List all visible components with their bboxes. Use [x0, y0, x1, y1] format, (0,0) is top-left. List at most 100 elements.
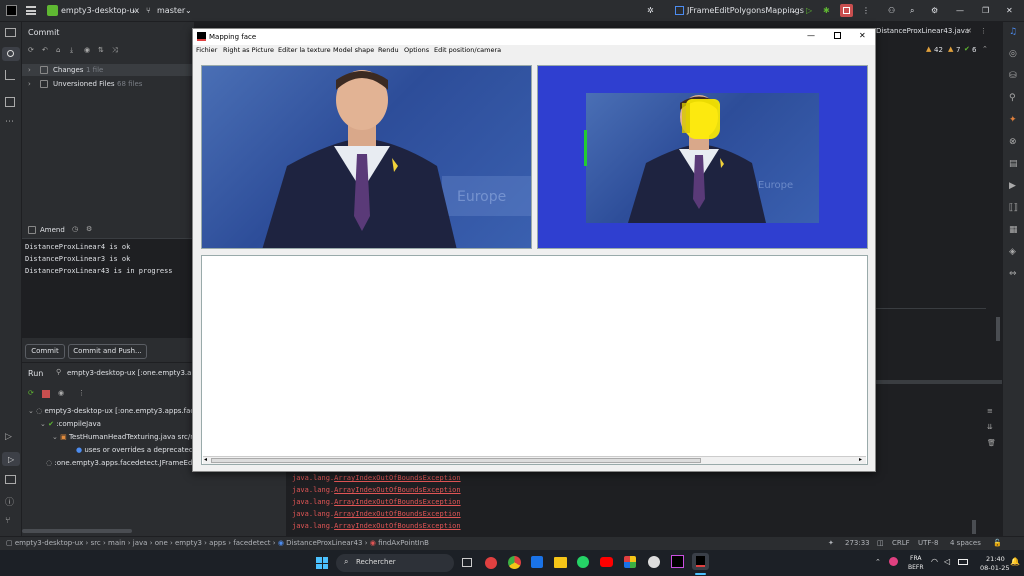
project-tool-icon[interactable]	[5, 28, 16, 37]
bug-icon[interactable]: ✲	[647, 6, 654, 15]
project-name[interactable]: empty3-desktop-ux	[61, 6, 139, 15]
history-icon[interactable]: ◷	[72, 225, 78, 233]
more-actions-icon[interactable]: ⋮	[78, 389, 85, 397]
coverage-icon[interactable]: ⊗	[1009, 137, 1017, 147]
lock-icon[interactable]: 🔓	[993, 539, 1002, 547]
close-tab-icon[interactable]: ✕	[966, 27, 972, 35]
changes-row[interactable]: › Changes 1 file	[22, 64, 194, 76]
ai-assistant-icon[interactable]: ◎	[1009, 49, 1017, 59]
commit-message-area[interactable]: DistanceProxLinear4 is ok DistanceProxLi…	[22, 238, 194, 338]
minimize-window-icon[interactable]: —	[807, 31, 815, 40]
minimize-window-icon[interactable]: —	[956, 6, 964, 15]
exception-link[interactable]: ArrayIndexOutOfBoundsException	[334, 510, 460, 518]
git-tool-icon[interactable]: ⑂	[5, 516, 10, 526]
notifications-icon[interactable]: ♫	[1009, 27, 1017, 37]
language-top[interactable]: FRA	[910, 555, 921, 562]
breadcrumb-item[interactable]: one	[155, 539, 168, 547]
layers-icon[interactable]: ◈	[1009, 247, 1016, 257]
breadcrumb-item[interactable]: main	[108, 539, 126, 547]
more-tabs-icon[interactable]: ⋮	[980, 27, 987, 35]
scroll-to-end-icon[interactable]: ⇊	[987, 423, 993, 431]
database-icon[interactable]: ⛁	[1009, 71, 1017, 81]
weak-warnings-count[interactable]: 7	[956, 46, 960, 54]
scrollbar-thumb[interactable]	[996, 317, 1000, 341]
exception-link[interactable]: ArrayIndexOutOfBoundsException	[334, 486, 460, 494]
menu-right-as-picture[interactable]: Right as Picture	[223, 46, 274, 54]
close-window-icon[interactable]: ✕	[859, 31, 866, 40]
run-icon[interactable]: ▷	[806, 6, 812, 15]
stop-icon[interactable]	[42, 390, 50, 398]
run-tool-icon[interactable]: ▷	[2, 452, 20, 466]
rerun-icon[interactable]: ⟳	[28, 389, 34, 397]
settings-gear-icon[interactable]: ⚙	[86, 225, 92, 233]
eye-icon[interactable]: ◉	[58, 389, 64, 397]
unversioned-row[interactable]: › Unversioned Files 68 files	[22, 78, 194, 90]
breadcrumb-item[interactable]: apps	[209, 539, 226, 547]
breadcrumb-item[interactable]: src	[91, 539, 101, 547]
horizontal-scrollbar[interactable]	[22, 529, 132, 533]
file-encoding[interactable]: UTF-8	[918, 539, 938, 547]
more-actions-icon[interactable]: ⋮	[862, 6, 870, 15]
run-tab[interactable]: Run	[28, 369, 43, 378]
indent-setting[interactable]: 4 spaces	[950, 539, 981, 547]
rollback-icon[interactable]: ↶	[42, 46, 48, 54]
inkscape-icon[interactable]	[648, 556, 660, 568]
branch-name[interactable]: master	[157, 6, 185, 15]
settings-gear-icon[interactable]: ⚙	[931, 6, 938, 15]
soft-wrap-icon[interactable]: ≡	[987, 407, 993, 415]
wifi-icon[interactable]: ◠	[931, 557, 938, 566]
clock-date[interactable]: 08-01-25	[980, 564, 1010, 572]
debug-icon[interactable]: ✱	[823, 6, 830, 15]
notification-bell-icon[interactable]: 🔔	[1010, 557, 1020, 566]
ai-status-icon[interactable]: ✦	[828, 539, 834, 547]
warnings-count[interactable]: 42	[934, 46, 943, 54]
readonly-icon[interactable]: ◫	[877, 539, 884, 547]
gradle-tool-icon[interactable]: ⚲	[1009, 93, 1016, 103]
menu-options[interactable]: Options	[404, 46, 429, 54]
search-box[interactable]: ⌕ Rechercher	[336, 554, 454, 572]
exception-link[interactable]: ArrayIndexOutOfBoundsException	[334, 474, 460, 482]
breadcrumb-item[interactable]: empty3-desktop-ux	[15, 539, 83, 547]
language-bottom[interactable]: BEFR	[908, 564, 924, 571]
maximize-window-icon[interactable]	[834, 32, 841, 39]
intellij-icon[interactable]	[671, 555, 684, 568]
breadcrumb-item[interactable]: facedetect	[233, 539, 270, 547]
structure-tool-icon[interactable]	[5, 97, 15, 107]
menu-editer-texture[interactable]: Editer la texture	[278, 46, 331, 54]
console-scrollbar[interactable]	[972, 520, 976, 534]
copilot-tray-icon[interactable]	[889, 557, 898, 566]
app-icon-red[interactable]	[485, 557, 497, 569]
search-icon[interactable]: ⌕	[910, 6, 914, 16]
breadcrumb-item[interactable]: findAxPointInB	[378, 539, 429, 547]
left-picture-panel[interactable]: Europe	[201, 65, 532, 249]
menu-edit-position-camera[interactable]: Edit position/camera	[434, 46, 501, 54]
problems-icon[interactable]: ⓘ	[5, 495, 14, 508]
arrow-icon[interactable]: ▶	[1009, 181, 1016, 191]
bookmarks-icon[interactable]: ▦	[1009, 225, 1018, 235]
amend-label[interactable]: Amend	[40, 226, 65, 234]
battery-icon[interactable]	[958, 559, 968, 565]
tree-row[interactable]: ⌄ ▣ TestHumanHeadTexturing.java src/m	[52, 433, 197, 441]
shelve-icon[interactable]: ⌂	[56, 46, 60, 54]
tree-row[interactable]: ◌ :one.empty3.apps.facedetect.JFrameEd	[46, 459, 192, 467]
model-view-panel[interactable]: ◂ ▸	[201, 255, 868, 465]
java-app-icon[interactable]	[692, 553, 709, 570]
close-window-icon[interactable]: ✕	[1006, 6, 1013, 15]
commit-tool-icon[interactable]	[2, 47, 20, 61]
commit-and-push-button[interactable]: Commit and Push...	[68, 344, 147, 359]
run-config-tab[interactable]: empty3-desktop-ux [:one.empty3.app	[67, 369, 197, 377]
menu-model-shape[interactable]: Model shape	[333, 46, 374, 54]
right-picture-panel[interactable]: Europe	[537, 65, 868, 249]
youtube-icon[interactable]	[600, 557, 613, 567]
breadcrumb-item[interactable]: DistanceProxLinear43	[286, 539, 362, 547]
copilot-icon[interactable]: ✦	[1009, 115, 1017, 125]
commit-button[interactable]: Commit	[25, 344, 65, 359]
exception-link[interactable]: ArrayIndexOutOfBoundsException	[334, 498, 460, 506]
endpoints-icon[interactable]: ⟦⟧	[1009, 203, 1018, 213]
horizontal-scrollbar[interactable]: ◂ ▸	[203, 456, 866, 464]
tree-row[interactable]: ⌄ ✔ :compileJava	[40, 420, 101, 428]
photos-icon[interactable]	[624, 556, 636, 568]
code-with-me-icon[interactable]: ⚇	[888, 6, 895, 15]
clock-time[interactable]: 21:40	[986, 555, 1005, 563]
chrome-icon[interactable]	[508, 556, 521, 569]
